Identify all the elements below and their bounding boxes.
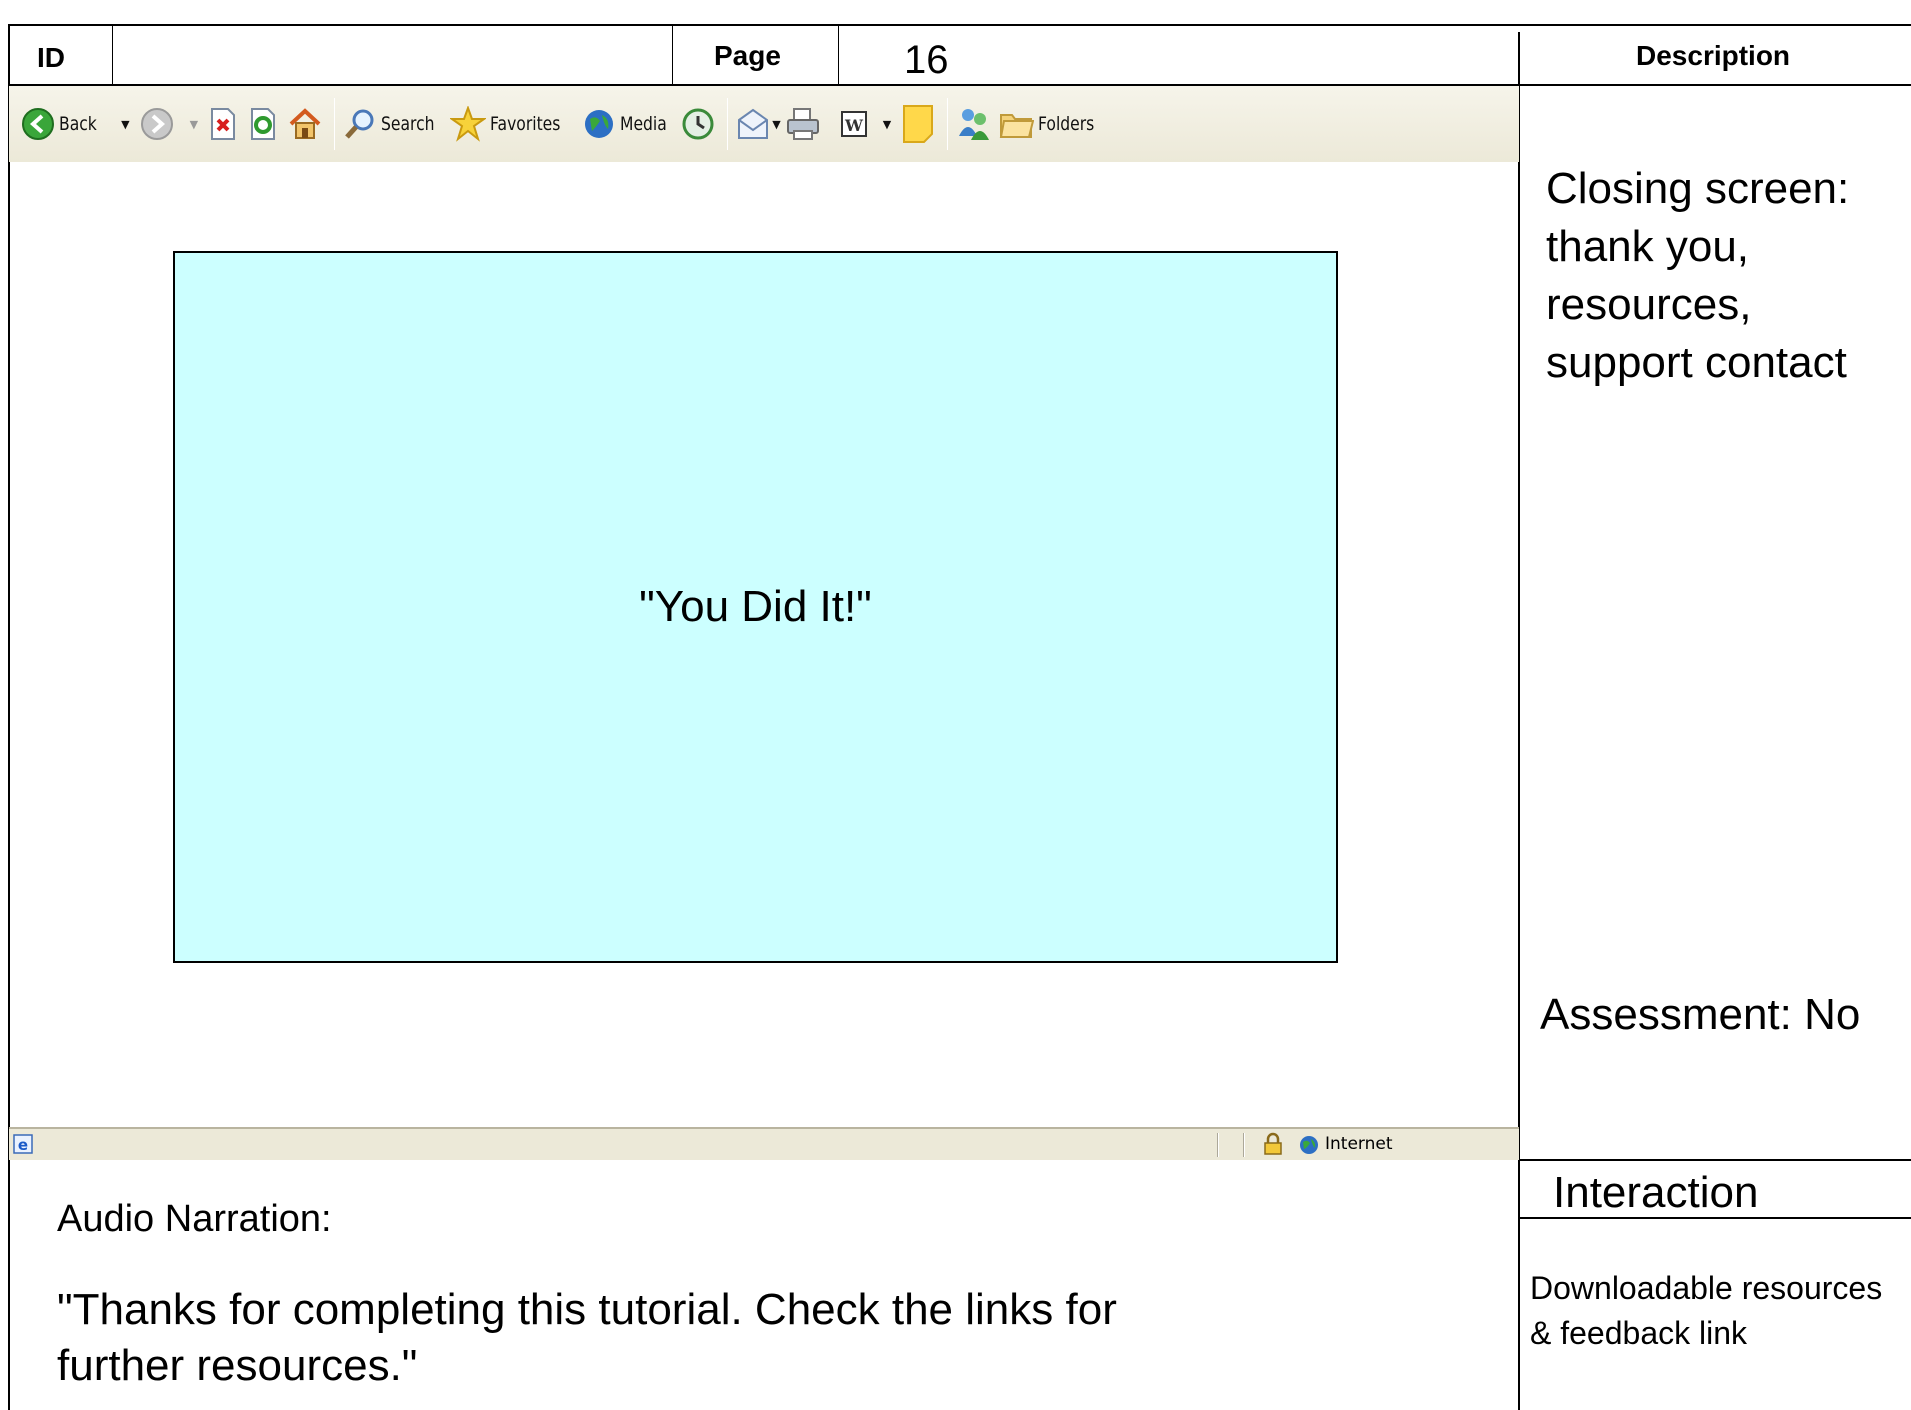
favorites-button[interactable]: Favorites	[450, 106, 576, 142]
favorites-label: Favorites	[490, 113, 561, 135]
printer-icon	[786, 108, 819, 140]
history-button[interactable]	[681, 107, 715, 141]
search-label: Search	[381, 113, 435, 135]
page-label: Page	[714, 40, 781, 71]
toolbar-separator	[727, 98, 729, 150]
top-border	[9, 24, 1911, 26]
internet-globe-icon	[1300, 1136, 1318, 1154]
browser-status-bar: e Internet	[9, 1127, 1519, 1160]
toolbar-separator	[334, 98, 336, 150]
favorites-star-icon	[450, 106, 487, 142]
svg-text:W: W	[844, 116, 864, 135]
description-text: Closing screen: thank you, resources, su…	[1546, 164, 1850, 387]
forward-button[interactable]	[140, 107, 174, 141]
back-dropdown-icon[interactable]: ▼	[121, 118, 129, 131]
browser-toolbar: Back ▼ ▼ Search Favorites Media ▼ W ▼ Fo…	[9, 86, 1519, 162]
mail-button[interactable]	[736, 107, 770, 141]
note-icon	[903, 105, 934, 143]
mail-dropdown-icon[interactable]: ▼	[772, 118, 780, 131]
status-separator	[1243, 1133, 1245, 1157]
description-label: Description	[1636, 40, 1791, 71]
folders-label: Folders	[1038, 113, 1095, 135]
internet-zone-label: Internet	[1325, 1134, 1393, 1154]
forward-dropdown-icon[interactable]: ▼	[190, 118, 198, 131]
media-label: Media	[620, 113, 667, 135]
folder-icon	[999, 114, 1035, 138]
audio-narration-text: "Thanks for completing this tutorial. Ch…	[57, 1285, 1117, 1390]
back-arrow-icon	[22, 108, 54, 140]
stop-icon	[211, 108, 236, 140]
stop-button[interactable]	[208, 107, 238, 141]
folders-button[interactable]: Folders	[998, 107, 1107, 141]
audio-narration-label: Audio Narration:	[57, 1198, 332, 1240]
id-value-divider	[672, 24, 673, 85]
content-screen: "You Did It!"	[173, 251, 1338, 963]
page-divider	[838, 24, 839, 85]
screen-message: "You Did It!"	[639, 582, 872, 631]
home-icon	[289, 108, 321, 139]
description-column-border	[1518, 32, 1520, 1410]
word-document-icon: W	[840, 111, 867, 137]
edit-dropdown-icon[interactable]: ▼	[883, 118, 891, 131]
edit-button[interactable]: W	[839, 109, 869, 139]
toolbar-separator	[947, 98, 949, 150]
status-separator	[1217, 1133, 1219, 1157]
left-border	[8, 24, 10, 1410]
refresh-icon	[251, 108, 276, 140]
media-button[interactable]: Media	[582, 107, 677, 141]
discuss-button[interactable]	[901, 104, 935, 144]
history-icon	[682, 108, 714, 140]
forward-arrow-icon	[140, 108, 173, 140]
id-label: ID	[37, 42, 65, 73]
id-divider	[112, 24, 113, 85]
media-globe-icon	[585, 110, 614, 138]
refresh-button[interactable]	[248, 107, 278, 141]
svg-text:e: e	[18, 1136, 28, 1154]
messenger-button[interactable]	[956, 106, 992, 142]
interaction-text: Downloadable resources & feedback link	[1530, 1270, 1883, 1351]
print-button[interactable]	[785, 107, 821, 141]
description-bottom-border	[1520, 1159, 1911, 1161]
search-icon	[345, 109, 374, 139]
interaction-title: Interaction	[1553, 1168, 1759, 1217]
back-button[interactable]: Back	[21, 107, 105, 141]
home-button[interactable]	[288, 107, 322, 141]
mail-icon	[738, 108, 769, 139]
back-label: Back	[59, 113, 97, 135]
page-number: 16	[904, 38, 949, 82]
messenger-people-icon	[959, 109, 990, 140]
search-button[interactable]: Search	[343, 107, 446, 141]
lock-icon	[1264, 1132, 1282, 1155]
assessment-text: Assessment: No	[1540, 990, 1861, 1039]
ie-page-icon: e	[13, 1134, 33, 1154]
